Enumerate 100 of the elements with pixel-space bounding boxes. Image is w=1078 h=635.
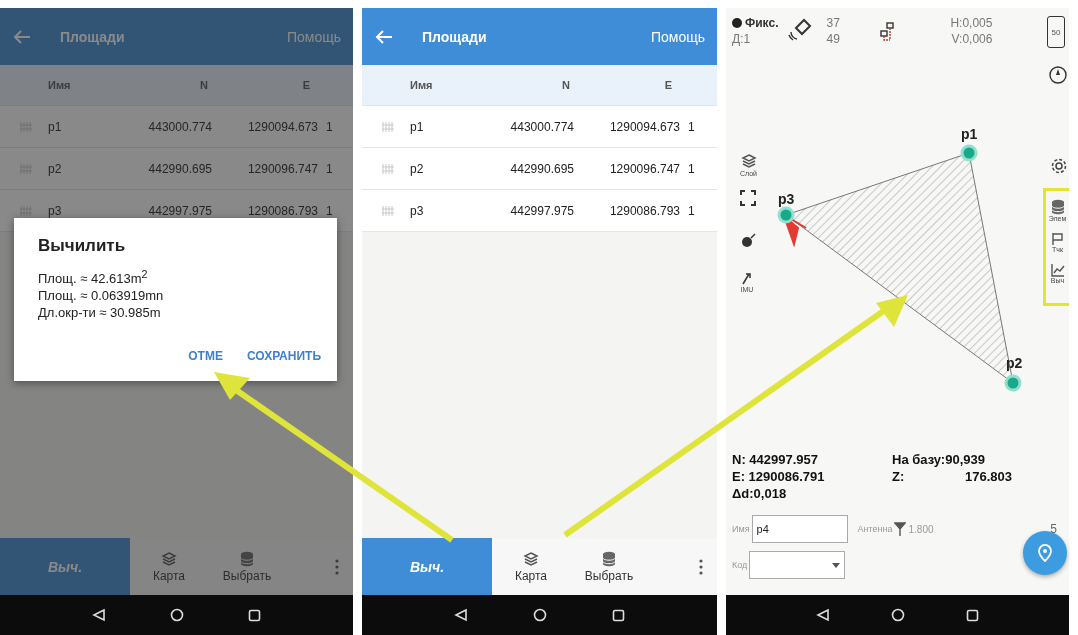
table-cell-text: 1290086.793 [608,203,681,218]
more-options-icon[interactable] [335,558,339,575]
map-pin-icon [1038,544,1052,562]
table-cell-text: p3 [48,203,63,218]
table-cell-text: 1290086.793 [246,203,319,218]
bottom-tab[interactable]: Карта [130,538,208,595]
dialog-button[interactable]: ОТМЕ [188,345,223,368]
grid-icon [382,205,394,216]
database-icon [240,550,254,567]
table-cell-text: 1 [688,119,696,134]
home-nav-icon [170,608,184,622]
table-cell-text: 1 [688,203,696,218]
table-cell-text: p2 [410,161,425,176]
vertical-precision: V:0,006 [951,32,993,46]
bottom-tab[interactable]: Карта [492,538,570,595]
column-header: Имя [48,79,72,91]
bottom-tab[interactable]: Выбрать [570,538,648,595]
back-nav-icon [816,608,831,622]
dialog-button[interactable]: СОХРАНИТЬ [246,345,321,368]
fix-status-dot [732,18,742,28]
result-line: Площ. ≈ 42.613m$^{2}$ [38,267,149,288]
table-cell-text: p1 [410,119,425,134]
horizontal-precision: H:0,005 [950,16,993,30]
database-icon [602,550,616,567]
chart-icon [1050,263,1065,277]
table-cell-text: 442990.695 [147,161,213,176]
table-cell-text: p2 [48,161,63,176]
field-label: Код [732,560,748,570]
table-cell-text: 1290094.673 [246,119,319,134]
screen-title: Площади [60,28,126,45]
database-icon [1050,199,1065,215]
column-header: E [301,79,311,91]
satellites-seen: 49 [826,32,840,46]
base-link-icon [879,22,896,44]
input-field[interactable]: p4 [751,515,848,543]
survey-point-marker[interactable] [960,144,978,162]
home-nav-icon [533,608,547,622]
table-cell-text: 1 [326,161,334,176]
point-count: 5 [1050,522,1057,536]
fullscreen-icon [740,190,756,206]
field-label: Антенна [857,524,893,534]
back-arrow-icon[interactable] [374,28,394,45]
table-cell-text: p3 [410,203,425,218]
table-cell-text: p1 [48,119,63,134]
flag-icon [1050,232,1065,246]
column-header: Имя [410,79,434,91]
column-header: E [663,79,673,91]
antenna-height: 1.800 [908,523,934,535]
table-cell-text: 442990.695 [509,161,575,176]
compass-icon [1049,66,1067,84]
delta-distance: Δd:0,018 [732,486,788,501]
table-cell-text: 443000.774 [147,119,213,134]
z-label: Z: [892,469,906,484]
layers-icon [740,153,757,169]
table-cell-text: 1290096.747 [246,161,319,176]
table-cell-text: 1290096.747 [608,161,681,176]
home-nav-icon [891,608,905,622]
add-point-button[interactable] [1023,531,1067,575]
point-label: p1 [961,126,978,142]
bottom-tab[interactable]: Выбрать [208,538,286,595]
survey-point-marker[interactable] [1004,374,1022,392]
layers-icon [161,550,177,567]
recents-nav-icon [965,608,979,622]
layers-icon [523,550,539,567]
tilt-icon [740,271,754,285]
back-nav-icon [92,608,106,622]
back-arrow-icon[interactable] [12,28,32,45]
z-value: 176.803 [964,469,1012,484]
dialog-title: Вычилить [38,236,127,256]
survey-point-marker[interactable] [777,206,795,224]
caret-icon [832,562,841,568]
table-cell-text: 1290094.673 [608,119,681,134]
fullscreen-button[interactable] [740,190,756,206]
distance-to-base: На базу:90,939 [892,452,986,467]
help-button[interactable]: Помощь [650,28,705,45]
easting-value: E: 1290086.791 [732,469,826,484]
grid-icon [382,121,394,132]
northing-value: N: 442997.957 [732,452,819,467]
result-line: Дл.окр-ти ≈ 30.985m [38,304,162,322]
table-cell-text: 1 [326,119,334,134]
screen-title: Площади [422,28,488,45]
table-cell-text: 1 [688,161,696,176]
more-options-icon[interactable] [699,558,703,575]
recents-nav-icon [248,608,261,622]
point-label: p3 [778,191,795,207]
recents-nav-icon [611,608,625,622]
point-label: p2 [1006,355,1023,371]
battery-level: 50 [1047,16,1065,48]
diff-age: Д:1 [732,32,751,46]
field-label: Имя [732,524,750,534]
back-nav-icon [454,608,469,622]
column-header: N [199,79,209,91]
table-cell-text: 443000.774 [509,119,575,134]
table-cell-text: 1 [326,203,334,218]
settings-icon[interactable] [1051,158,1067,174]
table-cell-text: 442997.975 [147,203,213,218]
grid-icon [382,163,394,174]
dropdown-field[interactable] [749,551,846,579]
bottom-tab[interactable]: Выч. [362,538,492,595]
fix-status: Фикс. [745,16,779,30]
